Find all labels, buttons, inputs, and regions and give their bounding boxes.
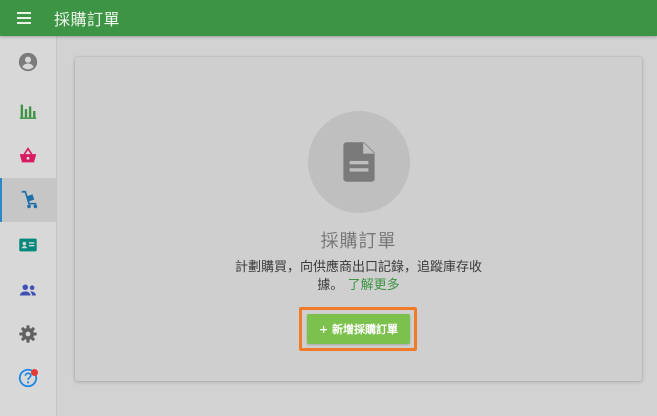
hand-truck-icon [21, 190, 38, 209]
document-icon [343, 142, 375, 182]
hamburger-menu-icon[interactable] [17, 7, 39, 29]
empty-state-title: 採購訂單 [320, 231, 397, 252]
sidebar-item-help[interactable] [0, 356, 56, 400]
sidebar-item-profile[interactable] [0, 40, 56, 84]
account-circle-icon [18, 52, 38, 72]
empty-state-card: 採購訂單 計劃購買，向供應商出口記錄，追蹤庫存收據。 了解更多 + 新增採購訂單 [75, 57, 642, 381]
sidebar-item-purchasing[interactable] [0, 178, 56, 222]
sidebar-item-settings[interactable] [0, 312, 56, 356]
top-app-bar: 採購訂單 [0, 0, 657, 36]
gear-icon [19, 325, 37, 343]
page-title: 採購訂單 [54, 10, 121, 29]
sidebar-item-contacts[interactable] [0, 223, 56, 267]
sidebar [0, 36, 57, 416]
sidebar-item-sales[interactable] [0, 134, 56, 178]
sidebar-item-analytics[interactable] [0, 89, 56, 133]
empty-state-description: 計劃購買，向供應商出口記錄，追蹤庫存收據。 了解更多 [230, 259, 487, 295]
notification-dot [31, 369, 38, 376]
document-icon-circle [308, 111, 410, 213]
contact-card-icon [19, 238, 37, 252]
sidebar-item-people[interactable] [0, 268, 56, 312]
people-icon [19, 284, 37, 296]
shopping-basket-icon [19, 147, 37, 163]
learn-more-link[interactable]: 了解更多 [348, 278, 400, 293]
new-purchase-order-button[interactable]: + 新增採購訂單 [307, 314, 410, 344]
bar-chart-icon [19, 104, 37, 119]
